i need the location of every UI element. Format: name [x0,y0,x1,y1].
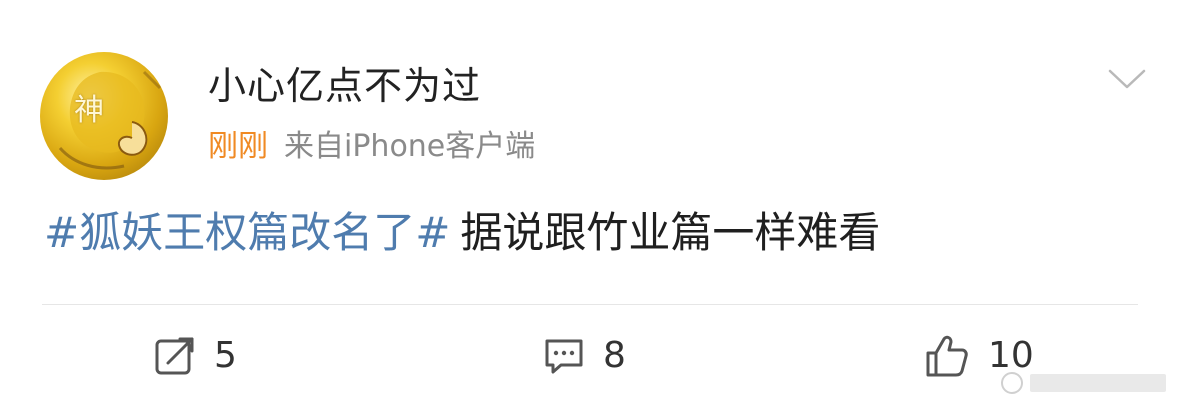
post-meta: 刚刚 来自iPhone客户端 [208,126,535,168]
comment-icon [545,339,583,374]
repost-icon [155,337,194,375]
username[interactable]: 小心亿点不为过 [208,62,481,110]
avatar[interactable]: 神 [40,52,168,180]
post-text: 据说跟竹业篇一样难看 [460,208,881,257]
repost-count: 5 [214,335,237,376]
post-source: 来自iPhone客户端 [284,129,536,164]
watermark-logo [1001,372,1166,394]
weibo-post-card: 神 小心亿点不为过 刚刚 来自iPhone客户端 #狐妖王权篇改名了# 据说跟竹业篇… [0,0,1179,417]
repost-button[interactable]: 5 [154,330,237,382]
collapse-chevron-icon[interactable] [1107,66,1147,92]
avatar-character: 神 [74,93,104,128]
post-time: 刚刚 [208,129,268,164]
topic-link[interactable]: #狐妖王权篇改名了# [44,208,450,257]
divider [42,304,1138,305]
like-icon [926,335,968,377]
comment-count: 8 [603,335,626,376]
post-content: #狐妖王权篇改名了# 据说跟竹业篇一样难看 [44,204,880,262]
comment-button[interactable]: 8 [543,330,626,382]
